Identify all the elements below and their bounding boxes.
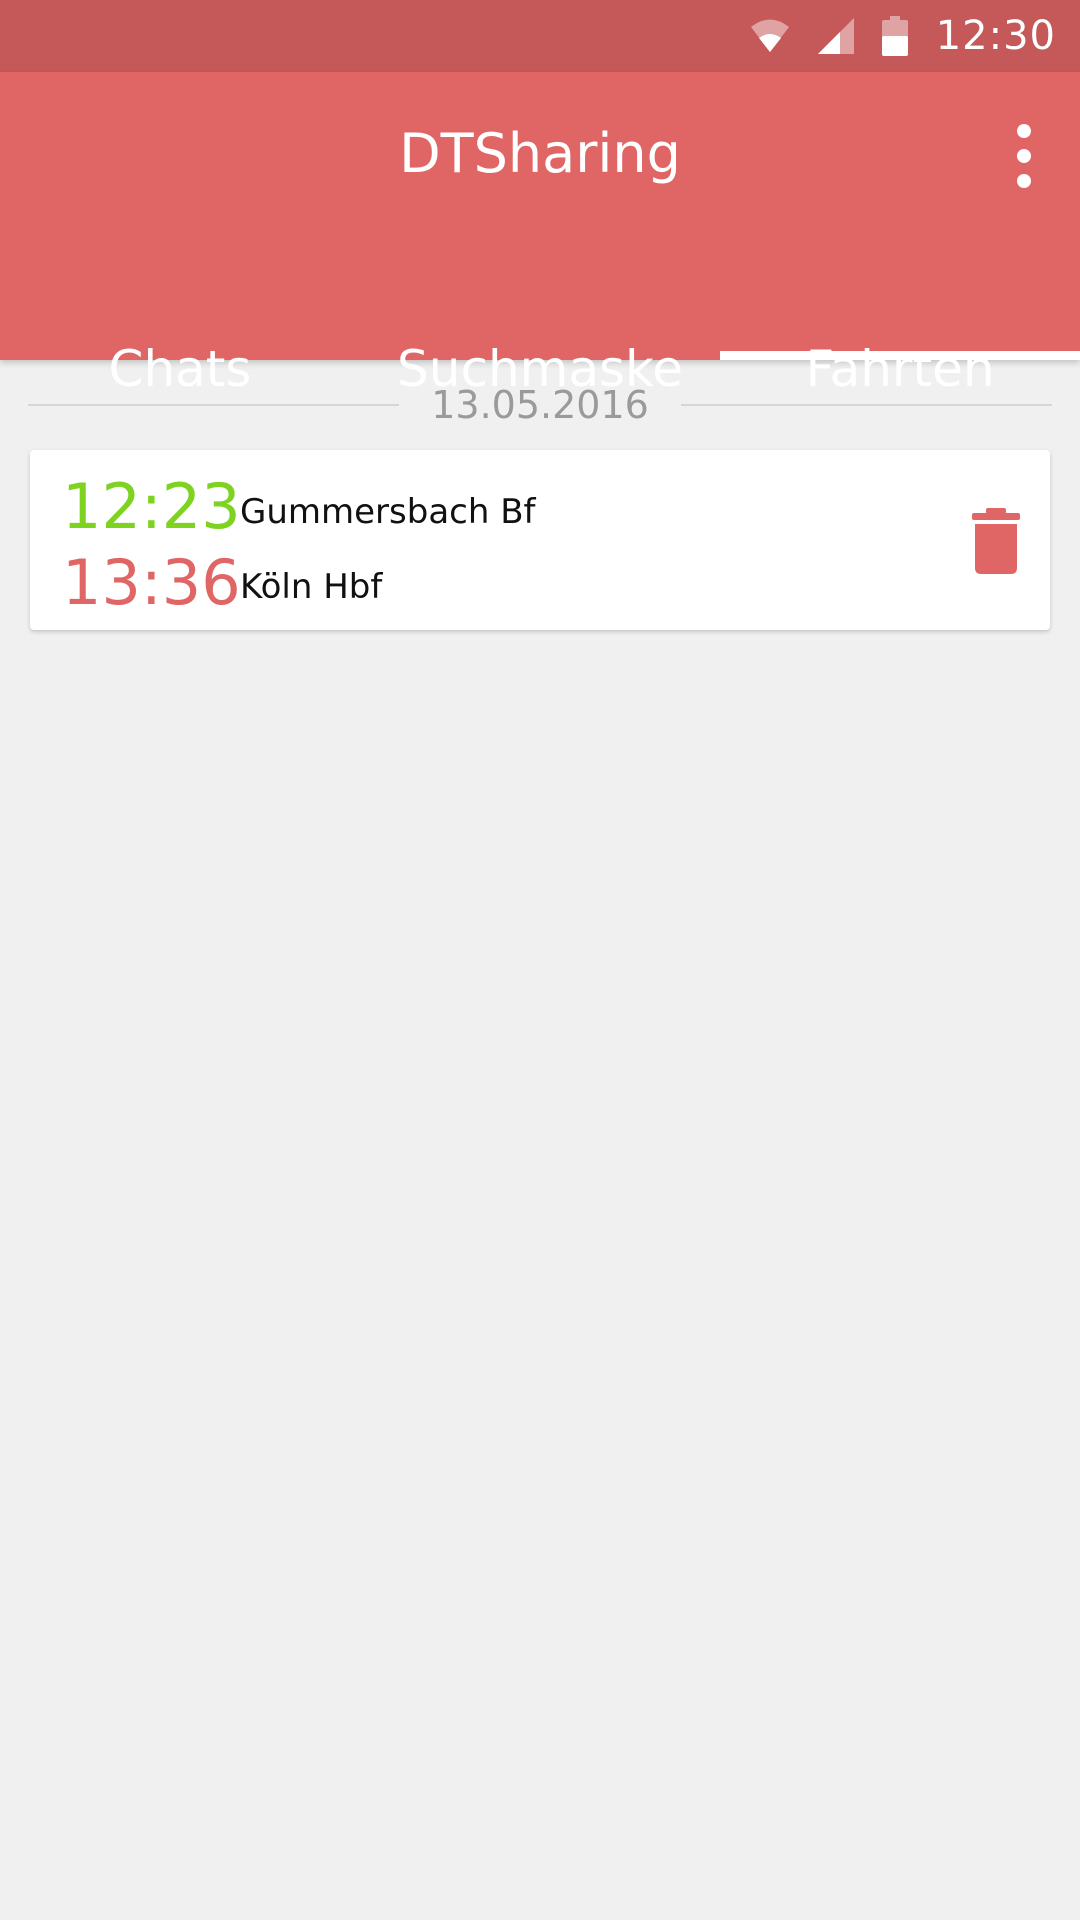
status-bar: 12:30	[0, 0, 1080, 72]
more-vertical-icon-dot	[1017, 174, 1031, 188]
status-time: 12:30	[935, 13, 1056, 59]
app-title: DTSharing	[399, 122, 681, 185]
divider-line	[680, 404, 1053, 406]
tab-bar: Chats Suchmaske Fahrten	[0, 262, 1080, 398]
cell-signal-icon	[817, 18, 854, 54]
departure-station: Gummersbach Bf	[240, 492, 536, 532]
delete-trip-button[interactable]	[972, 508, 1020, 574]
app-bar: DTSharing Chats Suchmaske Fahrten	[0, 72, 1080, 398]
tab-chats[interactable]: Chats	[0, 262, 360, 398]
trash-icon	[972, 508, 1020, 574]
tab-suchmaske[interactable]: Suchmaske	[360, 262, 720, 398]
trip-date: 13.05.2016	[431, 383, 649, 427]
arrival-time: 13:36	[62, 546, 241, 619]
date-divider: 13.05.2016	[28, 380, 1053, 430]
battery-icon	[881, 16, 908, 56]
more-vertical-icon-dot	[1017, 149, 1031, 163]
departure-time: 12:23	[62, 470, 241, 543]
wifi-icon	[750, 18, 790, 54]
tab-fahrten[interactable]: Fahrten	[720, 262, 1080, 398]
more-options-button[interactable]	[996, 124, 1052, 188]
more-vertical-icon	[1017, 124, 1031, 138]
divider-line	[28, 404, 400, 406]
trip-card[interactable]: 12:23 Gummersbach Bf 13:36 Köln Hbf	[30, 450, 1050, 630]
arrival-station: Köln Hbf	[240, 567, 383, 607]
